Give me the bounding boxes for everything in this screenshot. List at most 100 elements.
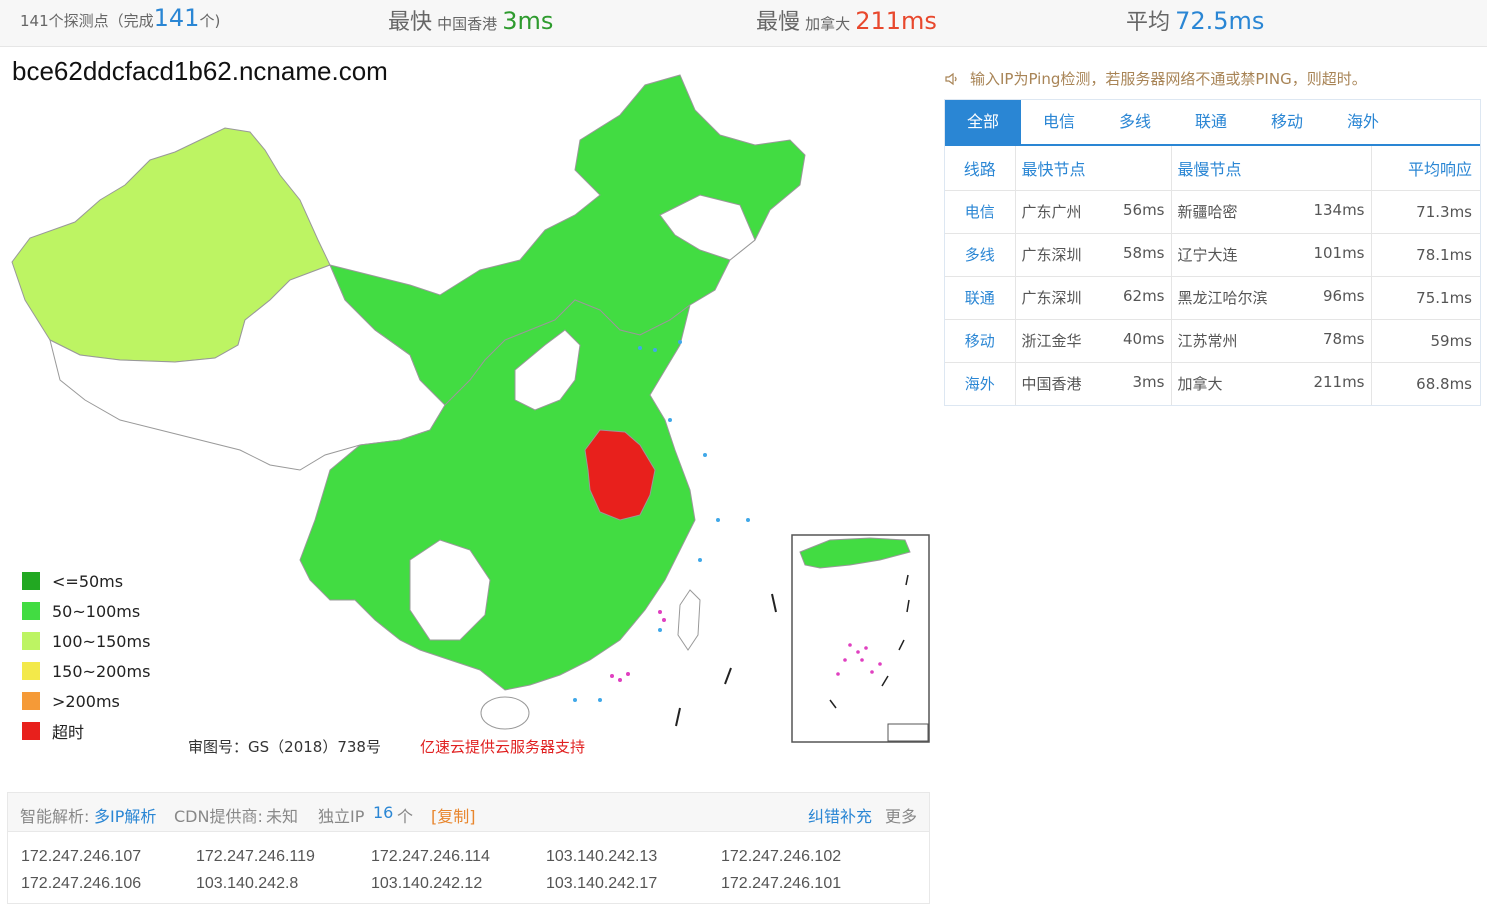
legend-swatch xyxy=(22,632,40,650)
domain-title: bce62ddcfacd1b62.ncname.com xyxy=(12,56,388,86)
table-row: 多线 广东深圳 58ms 辽宁大连 101ms 78.1ms xyxy=(945,233,1480,277)
row-slowest: 新疆哈密 134ms xyxy=(1171,190,1372,234)
probe-count: 141个探测点（完成141个) xyxy=(20,4,220,32)
slowest-location: 加拿大 xyxy=(805,15,851,33)
region-hainan xyxy=(480,696,530,730)
probe-count-suffix: 个) xyxy=(199,12,221,30)
report-link[interactable]: 纠错补充 xyxy=(808,803,872,827)
ip-address: 172.247.246.114 xyxy=(371,848,490,865)
map-approval-number: 审图号：GS（2018）738号 xyxy=(188,738,381,756)
row-average: 59ms xyxy=(1371,319,1480,363)
row-slowest: 黑龙江哈尔滨 96ms xyxy=(1171,276,1372,320)
stats-bar: 141个探测点（完成141个) 最快 中国香港 3ms 最慢 加拿大 211ms… xyxy=(0,0,1487,47)
tab-mobile[interactable]: 移动 xyxy=(1249,100,1325,144)
fastest-value: 3ms xyxy=(502,7,554,35)
fastest-ms: 40ms xyxy=(1122,330,1165,348)
legend-swatch xyxy=(22,692,40,710)
ip-address: 172.247.246.101 xyxy=(721,875,842,892)
header-average: 平均响应 xyxy=(1371,146,1480,191)
ping-results-table: 线路 最快节点 最慢节点 平均响应 电信 广东广州 56ms 新疆哈密 134ms … xyxy=(945,146,1480,405)
legend-item: 100~150ms xyxy=(22,626,150,656)
region-taiwan xyxy=(677,589,701,651)
fastest-location: 中国香港 xyxy=(437,15,498,33)
ping-results-panel: 全部 电信 多线 联通 移动 海外 线路 最快节点 最慢节点 平均响应 电信 广… xyxy=(944,99,1481,406)
average-stat: 平均 72.5ms xyxy=(1126,4,1264,36)
row-line[interactable]: 多线 xyxy=(945,233,1016,277)
legend-item: 超时 xyxy=(22,716,150,746)
row-average: 71.3ms xyxy=(1371,190,1480,234)
fastest-location: 中国香港 xyxy=(1021,375,1082,394)
ip-address: 103.140.242.17 xyxy=(546,875,658,892)
cdn-label: CDN提供商: xyxy=(174,807,263,826)
row-line[interactable]: 联通 xyxy=(945,276,1016,320)
ip-address: 172.247.246.106 xyxy=(21,875,142,892)
ip-list: 172.247.246.107 172.247.246.119 172.247.… xyxy=(7,832,930,904)
ip-address: 103.140.242.13 xyxy=(546,848,658,865)
slowest-ms: 101ms xyxy=(1313,244,1365,262)
row-line[interactable]: 电信 xyxy=(945,190,1016,234)
ip-address: 103.140.242.12 xyxy=(371,875,483,892)
header-slowest: 最慢节点 xyxy=(1171,146,1372,191)
table-row: 海外 中国香港 3ms 加拿大 211ms 68.8ms xyxy=(945,362,1480,405)
map-legend: <=50ms 50~100ms 100~150ms 150~200ms >200… xyxy=(22,566,150,746)
legend-swatch xyxy=(22,722,40,740)
slowest-location: 辽宁大连 xyxy=(1177,246,1238,264)
tab-telecom[interactable]: 电信 xyxy=(1021,100,1097,144)
ip-address: 103.140.242.8 xyxy=(196,875,299,892)
legend-label: 50~100ms xyxy=(52,601,141,621)
legend-swatch xyxy=(22,662,40,680)
row-line[interactable]: 海外 xyxy=(945,362,1016,405)
tab-unicom[interactable]: 联通 xyxy=(1173,100,1249,144)
row-average: 78.1ms xyxy=(1371,233,1480,277)
ip-address: 172.247.246.102 xyxy=(721,848,842,865)
fastest-label: 最快 xyxy=(388,10,433,35)
slowest-ms: 78ms xyxy=(1322,330,1365,348)
fastest-ms: 62ms xyxy=(1122,287,1165,305)
slowest-value: 211ms xyxy=(855,7,937,35)
fastest-stat: 最快 中国香港 3ms xyxy=(388,4,553,36)
slowest-location: 新疆哈密 xyxy=(1177,203,1238,221)
tab-all[interactable]: 全部 xyxy=(945,100,1021,144)
average-value: 72.5ms xyxy=(1175,7,1265,35)
ip-count: 16 xyxy=(373,803,394,822)
probe-count-num: 141 xyxy=(153,4,200,32)
copy-button[interactable]: [复制] xyxy=(431,803,476,827)
tab-multiline[interactable]: 多线 xyxy=(1097,100,1173,144)
fastest-location: 广东广州 xyxy=(1021,203,1082,221)
slowest-ms: 211ms xyxy=(1313,373,1365,392)
row-line[interactable]: 移动 xyxy=(945,319,1016,363)
fastest-location: 广东深圳 xyxy=(1021,246,1082,264)
row-slowest: 江苏常州 78ms xyxy=(1171,319,1372,363)
row-average: 75.1ms xyxy=(1371,276,1480,320)
table-header-row: 线路 最快节点 最慢节点 平均响应 xyxy=(945,146,1480,191)
row-fastest: 广东深圳 58ms xyxy=(1015,233,1172,277)
more-link[interactable]: 更多 xyxy=(885,803,917,827)
legend-item: >200ms xyxy=(22,686,150,716)
fastest-ms: 3ms xyxy=(1132,373,1165,392)
resolve-label: 智能解析: xyxy=(20,807,90,826)
line-tabs: 全部 电信 多线 联通 移动 海外 xyxy=(945,100,1480,146)
legend-label: 100~150ms xyxy=(52,631,151,651)
fastest-location: 浙江金华 xyxy=(1021,332,1082,350)
map-sponsor-link[interactable]: 亿速云提供云服务器支持 xyxy=(420,736,585,757)
row-fastest: 中国香港 3ms xyxy=(1015,362,1172,405)
tab-overseas[interactable]: 海外 xyxy=(1325,100,1401,144)
south-china-sea-inset xyxy=(791,534,930,743)
slowest-location: 加拿大 xyxy=(1177,375,1223,394)
row-slowest: 辽宁大连 101ms xyxy=(1171,233,1372,277)
slowest-location: 黑龙江哈尔滨 xyxy=(1177,289,1268,307)
row-fastest: 浙江金华 40ms xyxy=(1015,319,1172,363)
legend-label: 150~200ms xyxy=(52,661,151,681)
ip-address: 172.247.246.119 xyxy=(196,848,315,865)
slowest-stat: 最慢 加拿大 211ms xyxy=(756,4,937,36)
probe-count-prefix: 141个探测点（完成 xyxy=(20,12,154,30)
legend-item: <=50ms xyxy=(22,566,150,596)
ip-address: 172.247.246.107 xyxy=(21,848,142,865)
notice-text: 输入IP为Ping检测，若服务器网络不通或禁PING，则超时。 xyxy=(970,70,1367,88)
resolve-type-link[interactable]: 多IP解析 xyxy=(94,803,156,827)
row-average: 68.8ms xyxy=(1416,374,1472,393)
legend-swatch xyxy=(22,572,40,590)
legend-label: <=50ms xyxy=(52,571,124,591)
cdn-value: 未知 xyxy=(266,807,299,826)
table-row: 电信 广东广州 56ms 新疆哈密 134ms 71.3ms xyxy=(945,190,1480,234)
